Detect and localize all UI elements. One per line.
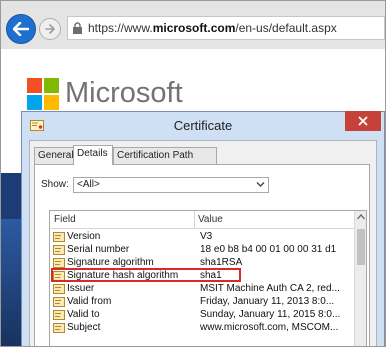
field-value: Friday, January 11, 2013 8:0... (200, 296, 335, 307)
list-item[interactable]: Valid from Friday, January 11, 2013 8:0.… (50, 296, 354, 308)
column-divider[interactable] (194, 211, 195, 228)
logo-square-green (44, 78, 59, 93)
details-panel: Show: <All> Field Value Version V3 Seria… (34, 164, 370, 346)
highlight-annotation (51, 268, 241, 282)
list-item[interactable]: Serial number 18 e0 b8 b4 00 01 00 00 31… (50, 244, 354, 256)
scroll-up-icon[interactable] (356, 213, 366, 221)
logo-text: Microsoft (65, 77, 183, 109)
logo-square-blue (27, 95, 42, 110)
show-label: Show: (41, 179, 69, 190)
address-bar[interactable]: https://www. microsoft.com/en-us/default.… (67, 16, 385, 40)
logo-square-yellow (44, 95, 59, 110)
list-header: Field Value (50, 211, 354, 229)
field-name: Valid from (67, 296, 112, 307)
url-prefix: https://www. (88, 21, 153, 35)
field-icon (53, 232, 65, 242)
url-path: /en-us/default.aspx (235, 21, 337, 35)
column-header-value[interactable]: Value (198, 214, 223, 225)
show-selected-value: <All> (77, 179, 100, 190)
list-scrollbar[interactable] (354, 211, 366, 346)
field-name: Serial number (67, 244, 130, 255)
chevron-down-icon (256, 182, 265, 187)
tab-certification-path[interactable]: Certification Path (113, 147, 217, 164)
field-icon (53, 297, 65, 307)
forward-button[interactable] (39, 18, 61, 40)
field-name: Version (67, 231, 101, 242)
field-name: Subject (67, 322, 101, 333)
browser-toolbar: https://www. microsoft.com/en-us/default.… (1, 1, 385, 49)
url-host: microsoft.com (152, 21, 236, 35)
field-icon (53, 258, 65, 268)
list-item[interactable]: Issuer MSIT Machine Auth CA 2, red... (50, 283, 354, 295)
lock-icon (73, 22, 82, 34)
arrow-left-icon (13, 22, 29, 36)
close-button[interactable] (345, 111, 381, 131)
screenshot-frame: https://www. microsoft.com/en-us/default.… (0, 0, 386, 347)
field-icon (53, 323, 65, 333)
show-dropdown[interactable]: <All> (73, 177, 269, 193)
field-icon (53, 284, 65, 294)
dialog-title-bar[interactable]: Certificate (22, 111, 384, 140)
certificate-dialog: Certificate General Details Certificatio… (21, 111, 385, 346)
close-icon (358, 116, 368, 126)
field-value: V3 (200, 231, 213, 242)
field-icon (53, 245, 65, 255)
field-list[interactable]: Field Value Version V3 Serial number 18 … (49, 210, 367, 346)
tab-general[interactable]: General (34, 147, 74, 164)
field-value: www.microsoft.com, MSCOM... (200, 322, 339, 333)
list-item[interactable]: Valid to Sunday, January 11, 2015 8:0... (50, 309, 354, 321)
back-button[interactable] (6, 14, 36, 44)
list-item[interactable]: Version V3 (50, 231, 354, 243)
field-icon (53, 310, 65, 320)
scroll-thumb[interactable] (357, 229, 365, 265)
tab-details[interactable]: Details (73, 145, 113, 165)
dialog-body: General Details Certification Path Show:… (29, 140, 377, 346)
field-value: 18 e0 b8 b4 00 01 00 00 31 d1 (200, 244, 337, 255)
field-name: Issuer (67, 283, 95, 294)
field-value: MSIT Machine Auth CA 2, red... (200, 283, 340, 294)
field-value: Sunday, January 11, 2015 8:0... (200, 309, 341, 320)
field-name: Valid to (67, 309, 100, 320)
list-item[interactable]: Subject www.microsoft.com, MSCOM... (50, 322, 354, 334)
column-header-field[interactable]: Field (54, 214, 76, 225)
logo-square-red (27, 78, 42, 93)
dialog-title: Certificate (173, 118, 233, 133)
arrow-right-icon (44, 24, 55, 34)
